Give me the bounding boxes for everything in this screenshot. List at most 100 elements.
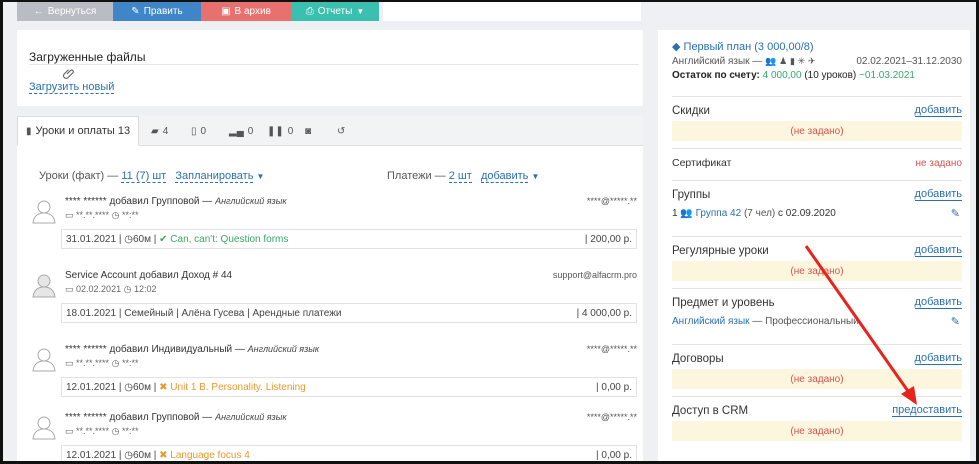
add-subject-link[interactable]: добавить xyxy=(914,297,962,309)
entry-date: **.**.**** xyxy=(76,210,110,220)
reports-button[interactable]: ⎙ Отчеты ▼ xyxy=(291,2,379,21)
toolbar: ← Вернуться ✎ Править ▣ В архив ⎙ Отчеты… xyxy=(17,2,379,21)
amount-value: 0,00 р. xyxy=(601,381,632,393)
list-item: Service Account добавил Доход # 44 ▭ 02.… xyxy=(31,270,637,326)
avatar xyxy=(32,416,56,440)
lesson-row[interactable]: 12.01.2021 | ◷ 60м | ✖ Language focus 4 … xyxy=(61,445,637,461)
lesson-row[interactable]: 31.01.2021 | ◷ 60м | ✔ Can, can't: Quest… xyxy=(61,229,637,249)
clock-icon: ◷ xyxy=(111,358,120,368)
plan-name[interactable]: ◆ Первый план (3 000,00/8) xyxy=(672,40,962,53)
entry-author: **** ****** добавил Групповой — Английск… xyxy=(65,412,287,423)
chart-icon: ▂▄ xyxy=(229,125,244,137)
plan-details: Английский язык — 👥 ♟ ▮ ✳ ✈ 02.02.2021–3… xyxy=(672,56,962,67)
tab-bar: ▮ Уроки и оплаты 13 ▰ 4 ▯ 0 ▂▄ 0 ❚❚ 0 ◙ xyxy=(17,116,643,146)
lessons-count-link[interactable]: 11 (7) шт xyxy=(121,170,167,183)
calendar-icon: ▭ xyxy=(65,426,74,436)
clock-icon: ◷ xyxy=(124,233,133,245)
group-count: 1 xyxy=(672,207,678,219)
tab-stats[interactable]: ▂▄ 0 xyxy=(229,116,253,146)
edit-button-label: Править xyxy=(143,6,183,17)
cross-icon: ✖ xyxy=(159,381,168,393)
section-title: Доступ в CRM xyxy=(672,405,749,417)
files-title: Загруженные файлы xyxy=(29,50,146,64)
people-icon: 👥 xyxy=(765,56,777,66)
tab-notes[interactable]: ▯ 0 xyxy=(191,116,206,146)
edit-button[interactable]: ✎ Править xyxy=(113,2,201,21)
certificate-status: не задано xyxy=(915,157,963,169)
plan-period: 02.02.2021–31.12.2030 xyxy=(856,56,962,67)
add-contract-link[interactable]: добавить xyxy=(914,353,962,365)
files-panel: Загруженные файлы Загрузить новый xyxy=(17,30,643,106)
entry-meta: ▭ 02.02.2021 ◷ 12:02 xyxy=(65,284,157,295)
add-regular-lesson-link[interactable]: добавить xyxy=(914,245,962,257)
printer-icon: ⎙ xyxy=(305,6,314,17)
grant-access-link[interactable]: предоставить xyxy=(892,405,962,417)
entry-meta: ▭ **.**.**** ◷ **:** xyxy=(65,358,138,369)
tab-lessons-payments[interactable]: ▮ Уроки и оплаты 13 xyxy=(17,116,140,146)
entry-time: 12:02 xyxy=(133,284,157,294)
tab-pauses[interactable]: ❚❚ 0 xyxy=(267,116,293,146)
empty-value: (не задано) xyxy=(672,121,962,141)
plan-lesson-link[interactable]: Запланировать xyxy=(175,170,254,183)
section-title: Договоры xyxy=(672,353,724,365)
subject-level: — Профессиональный xyxy=(752,315,859,327)
pencil-icon: ✎ xyxy=(131,6,140,17)
entry-time: **:** xyxy=(121,358,139,368)
lessons-filter: Уроки (факт) — 11 (7) шт Запланировать ▼ xyxy=(39,170,265,183)
groups-section: Группы добавить 1 👥 Группа 42 (7 чел) с … xyxy=(672,180,962,221)
entry-author: Service Account добавил Доход # 44 xyxy=(65,270,232,281)
avatar xyxy=(32,274,56,298)
entry-author: **** ****** добавил Индивидуальный — Анг… xyxy=(65,344,319,355)
author-name: **** ****** xyxy=(65,412,107,423)
entry-date: 02.02.2021 xyxy=(76,284,122,294)
payments-count-link[interactable]: 2 шт xyxy=(448,170,472,183)
asterisk-icon: ✳ xyxy=(797,56,806,66)
archive-button[interactable]: ▣ В архив xyxy=(201,2,291,21)
lesson-amount: | 200,00 р. xyxy=(584,233,632,245)
crm-access-section: Доступ в CRM предоставить (не задано) xyxy=(672,396,962,441)
pause-icon: ❚❚ xyxy=(267,125,284,137)
tab-history[interactable]: ↺ xyxy=(337,116,345,146)
upload-new-link[interactable]: Загрузить новый xyxy=(29,81,115,94)
book-icon: ▮ xyxy=(26,125,32,137)
back-button[interactable]: ← Вернуться xyxy=(17,2,113,21)
author-name: **** ****** xyxy=(65,344,107,355)
lesson-duration: 60м xyxy=(132,381,151,393)
pencil-icon[interactable]: ✎ xyxy=(951,207,960,220)
tab-camera[interactable]: ◙ xyxy=(305,116,311,146)
lesson-date: 12.01.2021 xyxy=(66,449,117,461)
lesson-amount: | 0,00 р. xyxy=(596,381,632,393)
list-item: **** ****** добавил Индивидуальный — Анг… xyxy=(31,344,637,400)
people-icon: 👥 xyxy=(680,207,693,219)
entry-author: **** ****** добавил Групповой — Английск… xyxy=(65,196,287,207)
lesson-topic: Unit 1 B. Personality. Listening xyxy=(170,381,306,393)
add-group-link[interactable]: добавить xyxy=(914,189,962,201)
lesson-topic: Language focus 4 xyxy=(170,449,250,461)
person-icon: ♟ xyxy=(779,56,788,66)
reports-button-label: Отчеты xyxy=(317,6,353,17)
lessons-label: Уроки (факт) — xyxy=(39,170,119,182)
group-link[interactable]: Группа 42 xyxy=(696,208,742,219)
lesson-duration: 60м xyxy=(132,449,151,461)
subject-link[interactable]: Английский язык xyxy=(672,316,750,327)
add-payment-link[interactable]: добавить xyxy=(480,170,529,183)
lesson-row[interactable]: 12.01.2021 | ◷ 60м | ✖ Unit 1 B. Persona… xyxy=(61,377,637,397)
archive-icon: ▣ xyxy=(221,6,231,17)
entry-date: **.**.**** xyxy=(76,358,110,368)
entry-date: **.**.**** xyxy=(76,426,110,436)
section-title: Регулярные уроки xyxy=(672,245,769,257)
list-item: **** ****** добавил Групповой — Английск… xyxy=(31,196,637,252)
payment-row[interactable]: 18.01.2021 | Семейный | Алёна Гусева | А… xyxy=(61,303,637,323)
tab-comments[interactable]: ▰ 4 xyxy=(151,116,168,146)
entry-email: support@alfacrm.pro xyxy=(552,270,637,280)
send-icon: ✈ xyxy=(808,56,816,66)
toolbar-spacer xyxy=(383,2,641,21)
clock-icon: ◷ xyxy=(123,284,132,294)
add-discount-link[interactable]: добавить xyxy=(914,105,962,117)
group-since: с 02.09.2020 xyxy=(778,207,836,219)
clock-icon: ◷ xyxy=(111,210,120,220)
pencil-icon[interactable]: ✎ xyxy=(951,315,960,328)
lesson-duration: 60м xyxy=(132,233,151,245)
balance-lessons: (10 уроков) xyxy=(804,70,857,81)
caret-down-icon: ▼ xyxy=(256,172,265,181)
